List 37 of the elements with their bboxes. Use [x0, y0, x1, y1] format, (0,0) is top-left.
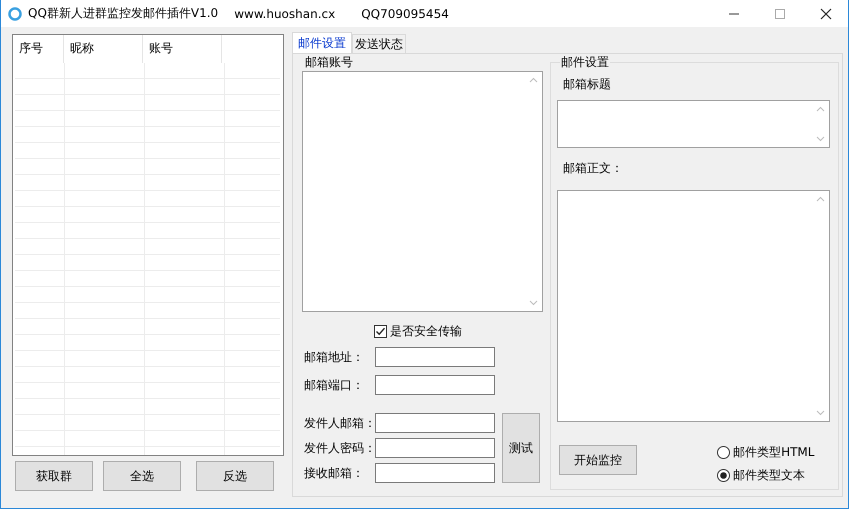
qq-number-text: QQ709095454 — [361, 6, 449, 20]
checkbox[interactable] — [374, 325, 387, 338]
field-label: 发件人密码： — [304, 440, 375, 456]
test-button[interactable]: 测试 — [502, 413, 540, 483]
action-button[interactable]: 反选 — [196, 461, 274, 491]
maximize-icon[interactable] — [774, 8, 786, 20]
body-label: 邮箱正文： — [563, 160, 624, 177]
group-title: 邮箱账号 — [304, 54, 354, 71]
radio-button[interactable] — [717, 446, 730, 459]
field-label: 发件人邮箱： — [304, 414, 375, 432]
group-title: 邮件设置 — [560, 54, 610, 71]
input-field[interactable] — [375, 347, 495, 367]
action-button[interactable]: 全选 — [103, 461, 181, 491]
subject-label: 邮箱标题 — [563, 76, 612, 93]
radio-button[interactable] — [717, 469, 730, 482]
window-title: QQ群新人进群监控发邮件插件V1.0 — [28, 5, 218, 22]
input-field[interactable] — [375, 463, 495, 483]
column-header[interactable]: 昵称 — [64, 35, 143, 63]
action-button[interactable]: 获取群 — [15, 461, 93, 491]
input-field[interactable] — [375, 413, 495, 433]
tab[interactable]: 邮件设置 — [292, 32, 352, 53]
radio-label[interactable]: 邮件类型文本 — [733, 467, 806, 484]
field-label: 邮箱地址： — [304, 348, 365, 366]
start-monitor-button[interactable]: 开始监控 — [559, 445, 638, 475]
input-field[interactable] — [375, 375, 495, 395]
column-header[interactable]: 账号 — [143, 35, 222, 63]
field-label: 邮箱端口： — [304, 376, 365, 394]
field-label: 接收邮箱： — [304, 464, 365, 482]
radio-label[interactable]: 邮件类型HTML — [733, 444, 814, 461]
checkbox-label[interactable]: 是否安全传输 — [390, 323, 462, 340]
close-icon[interactable] — [820, 8, 832, 20]
input-field[interactable] — [375, 438, 495, 458]
group-member-table[interactable]: 序号 昵称 账号 — [12, 34, 284, 456]
website-text: www.huoshan.cx — [234, 6, 336, 20]
tab[interactable]: 发送状态 — [352, 34, 406, 53]
column-header[interactable]: 序号 — [13, 35, 64, 63]
app-icon — [8, 6, 22, 20]
